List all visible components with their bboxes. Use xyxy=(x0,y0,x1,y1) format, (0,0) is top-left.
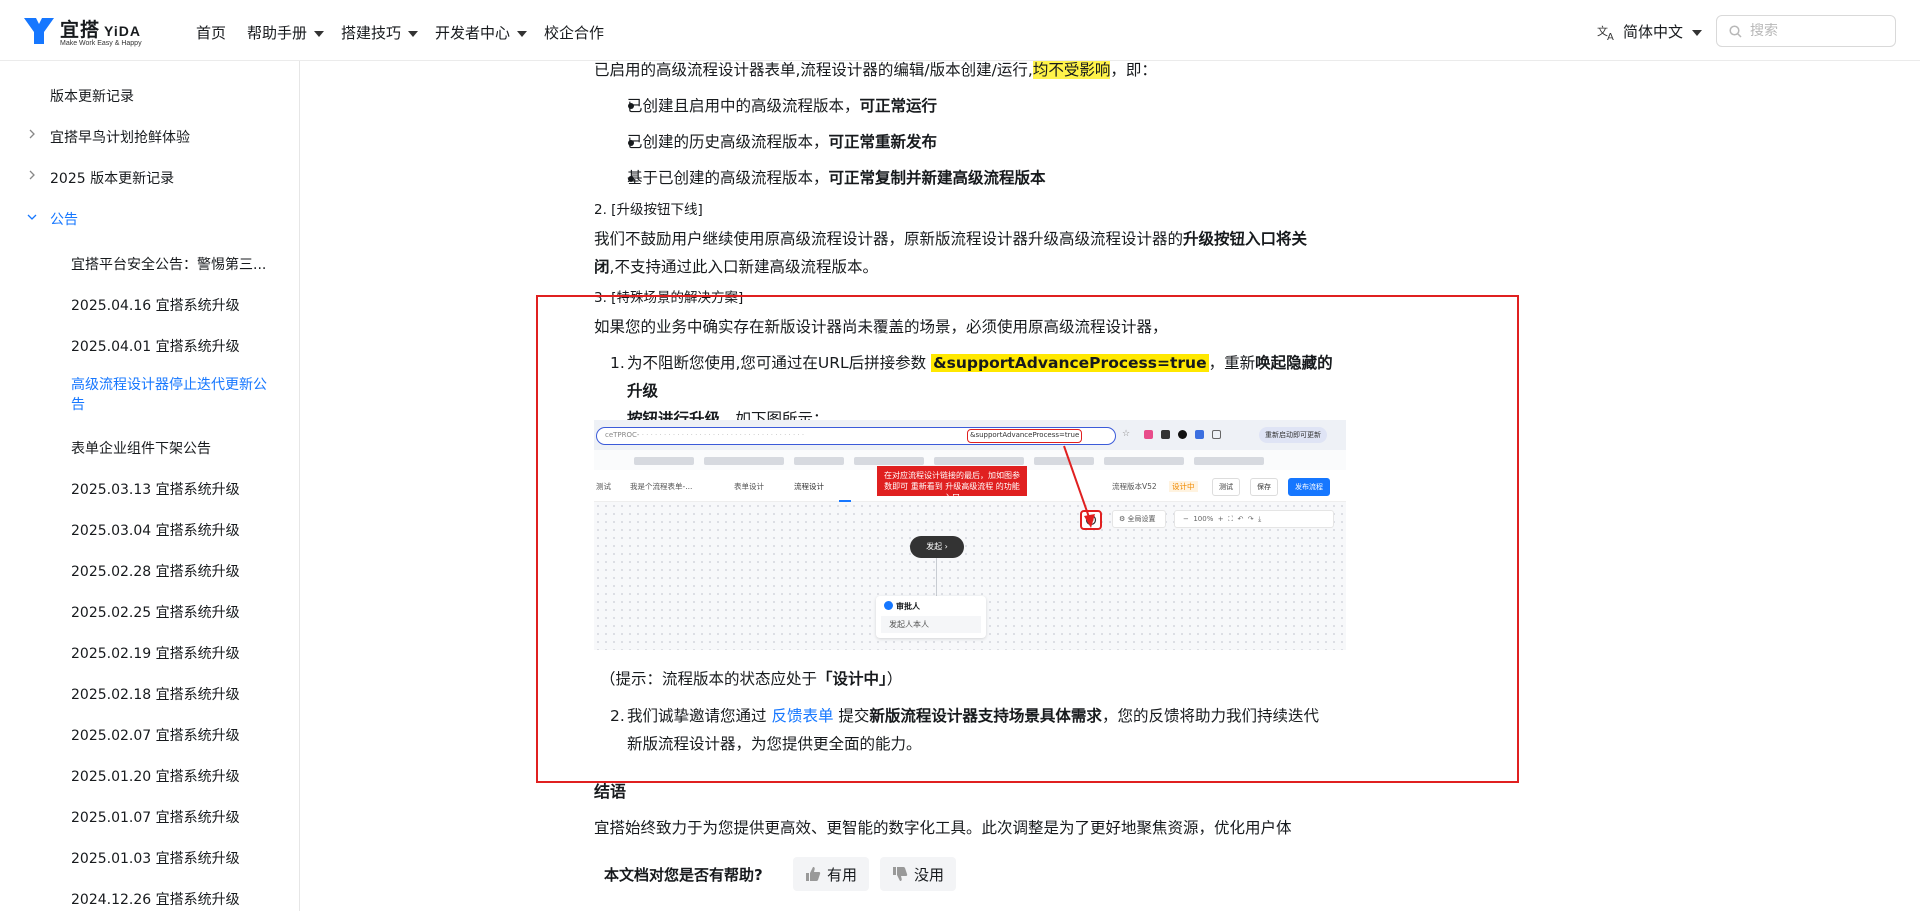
nav-dev-label: 开发者中心 xyxy=(435,24,511,42)
logo-main-text: 宜搭 xyxy=(60,19,101,41)
sidebar-item-20250207[interactable]: 2025.02.07 宜搭系统升级 xyxy=(71,725,240,745)
sidebar-item-20250304[interactable]: 2025.03.04 宜搭系统升级 xyxy=(71,520,240,540)
bullet-bold: 可正常运行 xyxy=(859,97,938,115)
sidebar-item-2025-changelog[interactable]: 2025 版本更新记录 xyxy=(50,168,174,188)
svg-text:A: A xyxy=(1607,32,1614,41)
sidebar-item-announcements[interactable]: 公告 xyxy=(50,209,78,229)
sidebar-item-20241226[interactable]: 2024.12.26 宜搭系统升级 xyxy=(71,889,240,909)
sec2-text: 我们不鼓励用户继续使用原高级流程设计器，原新版流程设计器升级高级流程设计器的 xyxy=(594,230,1184,248)
useless-button[interactable]: 没用 xyxy=(880,857,957,891)
bullet-text: 已创建且启用中的高级流程版本， xyxy=(627,97,860,115)
sidebar: 版本更新记录 宜搭早鸟计划抢鲜体验 2025 版本更新记录 公告 宜搭平台安全公… xyxy=(0,61,300,911)
language-switcher[interactable]: 文 A 简体中文 xyxy=(1597,21,1703,42)
chevron-down-icon xyxy=(314,30,325,37)
thumbs-down-icon xyxy=(893,867,908,881)
useless-label: 没用 xyxy=(914,865,945,884)
sidebar-item-20250401[interactable]: 2025.04.01 宜搭系统升级 xyxy=(71,336,240,356)
sec2-text-end: ,不支持通过此入口新建高级流程版本。 xyxy=(609,258,878,276)
bullet-item: 基于已创建的高级流程版本，可正常复制并新建高级流程版本 xyxy=(627,164,1046,192)
sidebar-item-20250225[interactable]: 2025.02.25 宜搭系统升级 xyxy=(71,602,240,622)
bullet-text: 基于已创建的高级流程版本， xyxy=(627,169,829,187)
sidebar-item-20250416[interactable]: 2025.04.16 宜搭系统升级 xyxy=(71,295,240,315)
highlight-frame xyxy=(536,295,1519,783)
useful-label: 有用 xyxy=(827,865,858,884)
translate-icon: 文 A xyxy=(1597,24,1614,41)
section-2-paragraph: 我们不鼓励用户继续使用原高级流程设计器，原新版流程设计器升级高级流程设计器的升级… xyxy=(594,225,1334,281)
sidebar-item-20250103[interactable]: 2025.01.03 宜搭系统升级 xyxy=(71,848,240,868)
section-2-title: 2. [升级按钮下线] xyxy=(594,202,703,218)
intro-text: 已启用的高级流程设计器表单,流程设计器的编辑/版本创建/运行, xyxy=(594,61,1033,79)
conclusion-text: 宜搭始终致力于为您提供更高效、更智能的数字化工具。此次调整是为了更好地聚焦资源，… xyxy=(594,819,1292,837)
thumbs-up-icon xyxy=(806,867,821,881)
chevron-down-icon[interactable] xyxy=(26,211,38,223)
intro-highlight: 均不受影响 xyxy=(1032,61,1111,79)
logo-slogan: Make Work Easy & Happy xyxy=(60,40,142,47)
bullet-bold: 可正常复制并新建高级流程版本 xyxy=(828,169,1046,187)
nav-home[interactable]: 首页 xyxy=(196,22,226,43)
sidebar-item-20250120[interactable]: 2025.01.20 宜搭系统升级 xyxy=(71,766,240,786)
search-box[interactable] xyxy=(1716,15,1896,47)
sidebar-item-changelog[interactable]: 版本更新记录 xyxy=(50,86,134,106)
chevron-down-icon xyxy=(517,30,528,37)
sec2-bold: 升级按钮入口将关 xyxy=(1183,230,1308,248)
sidebar-item-advanced-designer-notice[interactable]: 高级流程设计器停止迭代更新公告 xyxy=(71,375,271,415)
intro-paragraph: 已启用的高级流程设计器表单,流程设计器的编辑/版本创建/运行,均不受影响，即： xyxy=(594,56,1157,84)
conclusion-title: 结语 xyxy=(594,782,627,801)
logo-text[interactable]: 宜搭 YiDA Make Work Easy & Happy xyxy=(60,15,142,47)
language-label: 简体中文 xyxy=(1623,23,1684,41)
chevron-down-icon xyxy=(1692,29,1703,36)
sec2-bold-end: 闭 xyxy=(594,258,610,276)
nav-help-label: 帮助手册 xyxy=(247,24,308,42)
bullet-item: 已创建且启用中的高级流程版本，可正常运行 xyxy=(627,92,937,120)
nav-tips-label: 搭建技巧 xyxy=(341,24,402,42)
intro-text-end: ，即： xyxy=(1110,61,1157,79)
search-icon xyxy=(1729,24,1742,38)
helpful-question: 本文档对您是否有帮助? xyxy=(604,866,763,884)
chevron-right-icon[interactable] xyxy=(26,169,38,181)
sidebar-item-20250219[interactable]: 2025.02.19 宜搭系统升级 xyxy=(71,643,240,663)
sidebar-item-20250228[interactable]: 2025.02.28 宜搭系统升级 xyxy=(71,561,240,581)
nav-build-tips[interactable]: 搭建技巧 xyxy=(341,22,419,43)
sidebar-item-20250218[interactable]: 2025.02.18 宜搭系统升级 xyxy=(71,684,240,704)
bullet-text: 已创建的历史高级流程版本， xyxy=(627,133,829,151)
nav-developer-center[interactable]: 开发者中心 xyxy=(435,22,528,43)
sidebar-item-security-notice[interactable]: 宜搭平台安全公告：警惕第三... xyxy=(71,254,266,274)
bullet-bold: 可正常重新发布 xyxy=(828,133,938,151)
sidebar-item-20250107[interactable]: 2025.01.07 宜搭系统升级 xyxy=(71,807,240,827)
nav-help-manual[interactable]: 帮助手册 xyxy=(247,22,325,43)
chevron-right-icon[interactable] xyxy=(26,128,38,140)
nav-home-label: 首页 xyxy=(196,24,227,42)
nav-school-enterprise[interactable]: 校企合作 xyxy=(544,22,604,43)
sidebar-item-early-bird[interactable]: 宜搭早鸟计划抢鲜体验 xyxy=(50,127,190,147)
chevron-down-icon xyxy=(408,30,419,37)
search-input[interactable] xyxy=(1750,23,1880,39)
nav-school-label: 校企合作 xyxy=(544,24,605,42)
bullet-item: 已创建的历史高级流程版本，可正常重新发布 xyxy=(627,128,937,156)
yida-logo-icon[interactable] xyxy=(22,16,56,46)
useful-button[interactable]: 有用 xyxy=(793,857,870,891)
logo-en-text: YiDA xyxy=(104,23,141,39)
sidebar-item-enterprise-component[interactable]: 表单企业组件下架公告 xyxy=(71,438,211,458)
sidebar-item-20250313[interactable]: 2025.03.13 宜搭系统升级 xyxy=(71,479,240,499)
top-nav: 宜搭 YiDA Make Work Easy & Happy 首页 帮助手册 搭建… xyxy=(0,0,1920,61)
